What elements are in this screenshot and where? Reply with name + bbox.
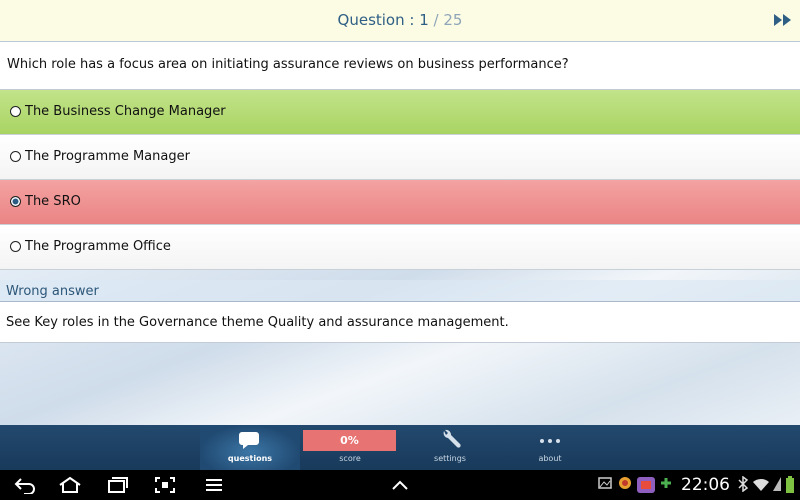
answer-option-label: The SRO xyxy=(25,194,81,209)
question-counter-prefix: Question : xyxy=(337,11,420,29)
gallery-notification-icon xyxy=(598,477,612,489)
radio-icon xyxy=(10,106,21,117)
wrench-icon xyxy=(443,429,461,448)
tab-settings[interactable]: settings xyxy=(400,425,500,470)
verdict-text: Wrong answer xyxy=(6,284,99,299)
answer-option-3[interactable]: The SRO xyxy=(0,180,800,225)
next-question-icon[interactable] xyxy=(774,12,792,28)
store-notification-icon xyxy=(637,477,655,493)
answer-option-1[interactable]: The Business Change Manager xyxy=(0,90,800,135)
back-icon[interactable] xyxy=(14,476,36,494)
question-counter: Question : 1 / 25 xyxy=(0,11,800,29)
answer-option-4[interactable]: The Programme Office xyxy=(0,225,800,270)
bottom-tab-bar: questions 0% score settings about xyxy=(0,425,800,470)
dots-icon xyxy=(540,439,560,443)
score-badge: 0% xyxy=(303,430,396,451)
question-text-panel: Which role has a focus area on initiatin… xyxy=(0,42,800,90)
tab-label: about xyxy=(538,454,562,463)
wifi-icon xyxy=(753,478,769,491)
tab-score[interactable]: 0% score xyxy=(300,425,400,470)
speech-bubble-icon xyxy=(239,432,259,449)
radio-selected-icon xyxy=(10,196,21,207)
tab-about[interactable]: about xyxy=(500,425,600,470)
chevron-up-icon[interactable] xyxy=(390,476,410,494)
explanation-text: See Key roles in the Governance theme Qu… xyxy=(6,315,509,330)
radio-icon xyxy=(10,151,21,162)
home-icon[interactable] xyxy=(58,476,82,494)
system-navigation-bar: 22:06 xyxy=(0,470,800,500)
clock: 22:06 xyxy=(681,475,730,495)
question-total: 25 xyxy=(443,11,463,29)
battery-icon xyxy=(786,476,794,493)
recent-apps-icon[interactable] xyxy=(106,476,128,494)
screenshot-icon[interactable] xyxy=(154,476,176,494)
answer-option-2[interactable]: The Programme Manager xyxy=(0,135,800,180)
bluetooth-icon xyxy=(738,476,749,492)
question-header: Question : 1 / 25 xyxy=(0,0,800,42)
tab-label: score xyxy=(339,454,361,463)
answer-option-label: The Business Change Manager xyxy=(25,104,226,119)
tab-label: questions xyxy=(227,454,273,463)
plus-notification-icon xyxy=(661,478,671,488)
menu-icon[interactable] xyxy=(204,476,224,494)
tab-questions[interactable]: questions xyxy=(200,425,300,470)
question-slash: / xyxy=(428,11,444,29)
answer-option-label: The Programme Office xyxy=(25,239,171,254)
radio-icon xyxy=(10,241,21,252)
score-value: 0% xyxy=(340,434,359,447)
explanation-panel: See Key roles in the Governance theme Qu… xyxy=(0,302,800,343)
signal-icon xyxy=(773,477,781,491)
question-current: 1 xyxy=(419,11,429,29)
verdict-bar: Wrong answer xyxy=(0,280,800,302)
question-text: Which role has a focus area on initiatin… xyxy=(7,57,569,72)
app-notification-icon xyxy=(619,477,631,489)
answer-option-label: The Programme Manager xyxy=(25,149,190,164)
tab-label: settings xyxy=(434,454,466,463)
